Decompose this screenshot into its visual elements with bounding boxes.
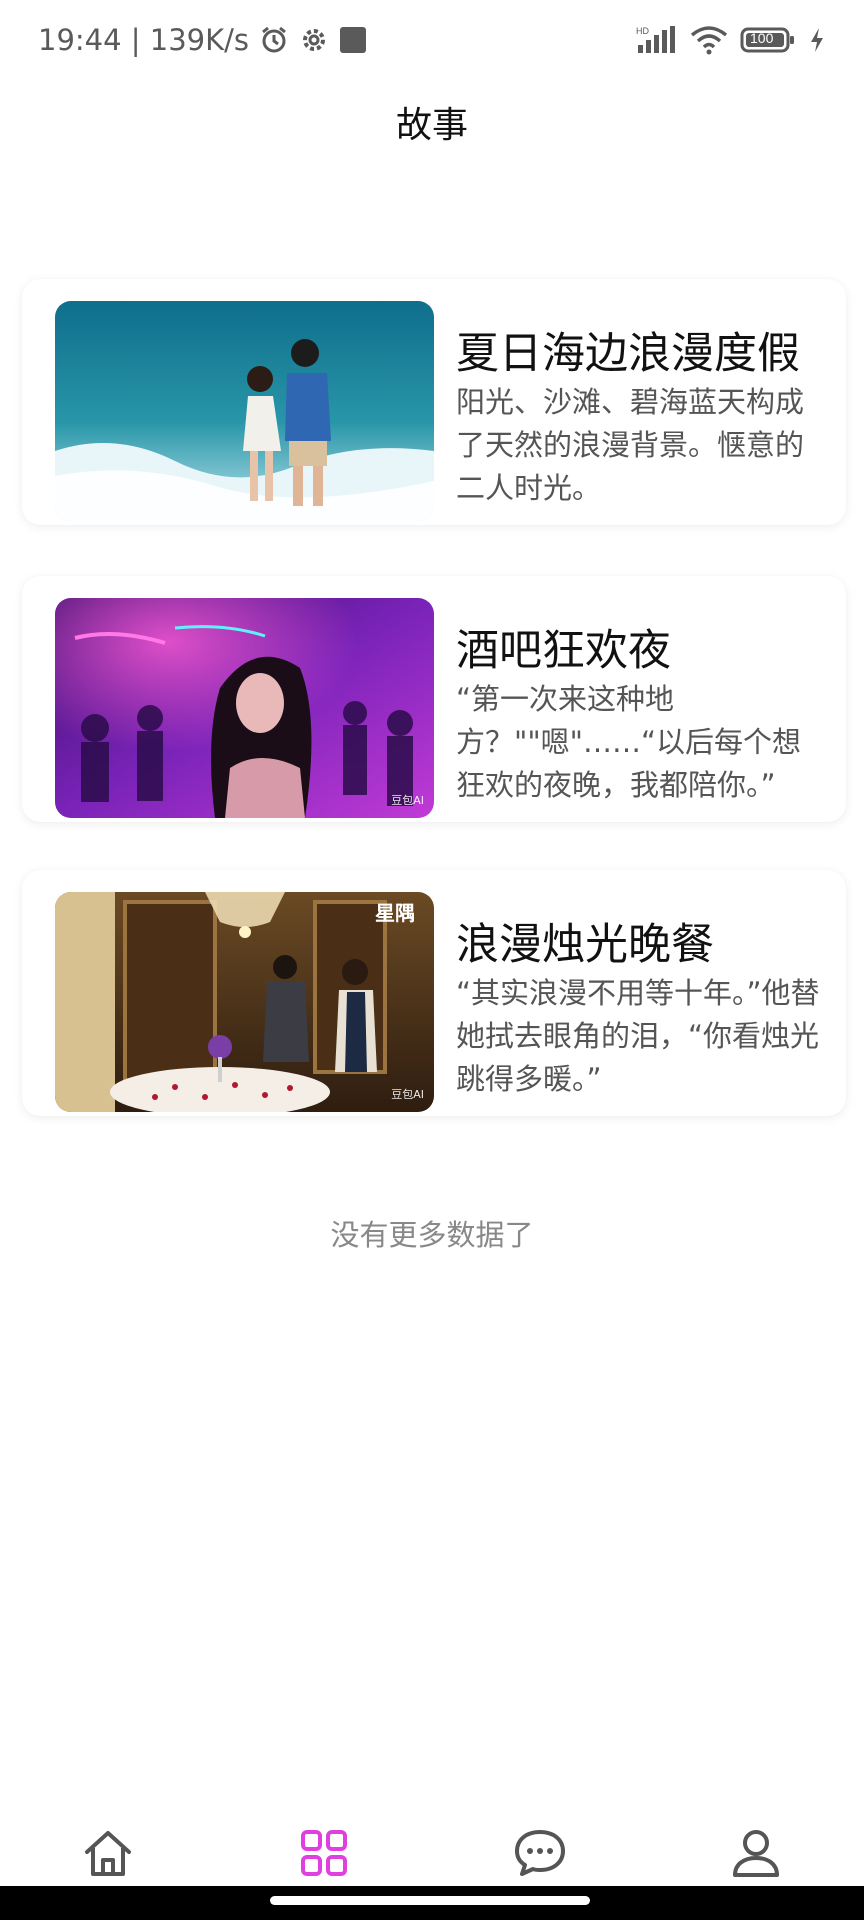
story-description: “第一次来这种地方？""嗯"……“以后每个想狂欢的夜晚，我都陪你。”: [456, 682, 802, 802]
grid-icon: [301, 1830, 347, 1876]
story-title: 浪漫烛光晚餐: [456, 920, 714, 970]
home-indicator[interactable]: [270, 1896, 590, 1905]
profile-icon: [733, 1830, 779, 1877]
page-title: 故事: [395, 105, 468, 146]
story-thumbnail: 星隅 豆包AI: [55, 892, 434, 1112]
charging-icon: [808, 26, 826, 54]
gear-icon: [299, 25, 329, 55]
tab-stories[interactable]: [284, 1823, 364, 1883]
story-title: 夏日海边浪漫度假: [456, 329, 800, 379]
home-icon: [85, 1831, 131, 1876]
tab-home[interactable]: [68, 1823, 148, 1883]
battery-level: 100: [750, 30, 774, 46]
story-card-beach[interactable]: 豆包AI 夏日海边浪漫度假 阳光、沙滩、碧海蓝天构成了天然的浪漫背景。惬意的二人…: [22, 279, 846, 525]
status-right: HD 100: [636, 25, 826, 55]
status-bar: 19:44 | 139K/s HD 100: [0, 0, 864, 80]
notification-square-icon: [339, 26, 367, 54]
chat-icon: [515, 1830, 565, 1876]
battery-icon: 100: [740, 26, 796, 54]
signal-icon: HD: [636, 25, 678, 55]
status-time: 19:44 | 139K/s: [38, 23, 250, 57]
bottom-tab-bar: [0, 1818, 864, 1888]
tab-messages[interactable]: [500, 1823, 580, 1883]
svg-text:HD: HD: [636, 26, 649, 36]
wifi-icon: [690, 25, 728, 55]
story-thumbnail: 豆包AI: [55, 301, 434, 521]
story-card-bar[interactable]: 豆包AI 酒吧狂欢夜 “第一次来这种地方？""嗯"……“以后每个想狂欢的夜晚，我…: [22, 576, 846, 822]
ai-watermark: 豆包AI: [391, 497, 424, 510]
ai-watermark: 豆包AI: [391, 794, 424, 807]
story-card-dinner[interactable]: 星隅 豆包AI 浪漫烛光晚餐 “其实浪漫不用等十年。”他替她拭去眼角的泪，“你看…: [22, 870, 846, 1116]
status-left: 19:44 | 139K/s: [38, 23, 367, 57]
list-end-message: 没有更多数据了: [330, 1218, 534, 1252]
story-description: “其实浪漫不用等十年。”他替她拭去眼角的泪，“你看烛光跳得多暖。”: [456, 976, 820, 1096]
tab-profile[interactable]: [716, 1823, 796, 1883]
story-thumbnail: 豆包AI: [55, 598, 434, 818]
story-description: 阳光、沙滩、碧海蓝天构成了天然的浪漫背景。惬意的二人时光。: [456, 385, 805, 505]
story-title: 酒吧狂欢夜: [456, 626, 671, 676]
ai-watermark: 豆包AI: [391, 1088, 424, 1101]
alarm-icon: [259, 25, 289, 55]
star-corner-badge: 星隅: [375, 901, 415, 925]
